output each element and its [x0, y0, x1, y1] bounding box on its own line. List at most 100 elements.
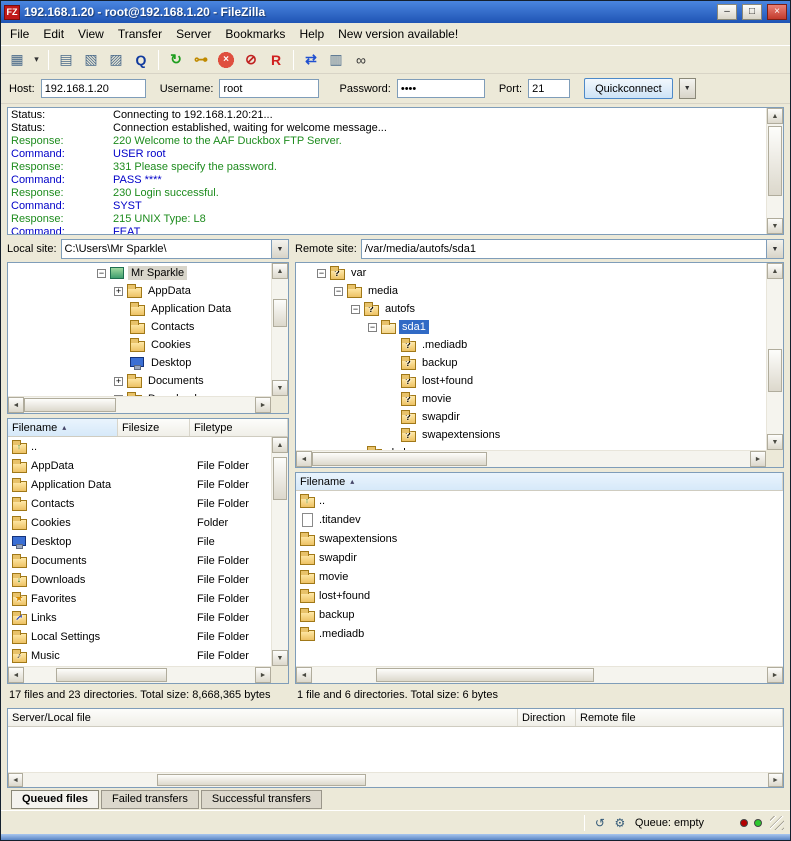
tree-item-mr-sparkle[interactable]: −Mr Sparkle — [8, 264, 271, 282]
file-row-music[interactable]: ♪MusicFile Folder — [8, 646, 271, 665]
file-row-swapdir[interactable]: swapdir — [296, 548, 783, 567]
quickconnect-button[interactable]: Quickconnect — [584, 78, 673, 99]
find-files-icon[interactable]: ∞ — [349, 49, 373, 71]
column-header-filename[interactable]: Filename ▴ — [296, 473, 783, 490]
menu-item-server[interactable]: Server — [169, 24, 218, 44]
tree-item-contacts[interactable]: Contacts — [8, 318, 271, 336]
scroll-right-button[interactable]: ► — [750, 451, 766, 467]
tree-expander-icon[interactable]: − — [334, 287, 343, 296]
menu-item-file[interactable]: File — [3, 24, 36, 44]
reconnect-icon[interactable]: R — [264, 49, 288, 71]
tree-expander-icon[interactable]: − — [351, 305, 360, 314]
username-input[interactable] — [219, 79, 319, 98]
scroll-track[interactable] — [272, 453, 288, 650]
scroll-up-button[interactable]: ▲ — [272, 263, 288, 279]
menu-item-help[interactable]: Help — [292, 24, 331, 44]
scroll-track[interactable] — [23, 773, 768, 787]
toggle-message-log-icon[interactable]: ▤ — [54, 49, 78, 71]
scroll-thumb[interactable] — [273, 457, 287, 500]
scroll-right-button[interactable]: ► — [768, 773, 783, 787]
vertical-scrollbar[interactable]: ▲▼ — [271, 263, 288, 396]
scroll-down-button[interactable]: ▼ — [272, 380, 288, 396]
file-row-[interactable]: ↑.. — [296, 491, 783, 510]
scroll-right-button[interactable]: ► — [255, 667, 271, 683]
horizontal-scrollbar[interactable]: ◄► — [8, 396, 271, 413]
filter-icon[interactable]: ⇄ — [299, 49, 323, 71]
scroll-track[interactable] — [767, 279, 783, 434]
file-row-swapextensions[interactable]: swapextensions — [296, 529, 783, 548]
file-row-movie[interactable]: movie — [296, 567, 783, 586]
tree-item-var[interactable]: −?var — [296, 264, 766, 282]
file-row-contacts[interactable]: ContactsFile Folder — [8, 494, 271, 513]
column-header-filename[interactable]: Filename ▴ — [8, 419, 118, 436]
scroll-down-button[interactable]: ▼ — [767, 434, 783, 450]
horizontal-scrollbar[interactable]: ◄► — [8, 666, 271, 683]
horizontal-scrollbar[interactable]: ◄► — [296, 666, 783, 683]
refresh-icon[interactable]: ↻ — [164, 49, 188, 71]
tree-item-lost-found[interactable]: ?lost+found — [296, 372, 766, 390]
site-manager-dropdown[interactable]: ▾ — [30, 49, 43, 71]
file-row-[interactable]: ↑.. — [8, 437, 271, 456]
file-row-appdata[interactable]: AppDataFile Folder — [8, 456, 271, 475]
scroll-track[interactable] — [767, 124, 783, 218]
menu-item-new-version-available[interactable]: New version available! — [331, 24, 465, 44]
menu-item-edit[interactable]: Edit — [36, 24, 71, 44]
file-row-titandev[interactable]: .titandev — [296, 510, 783, 529]
file-row-mediadb[interactable]: .mediadb — [296, 624, 783, 643]
tree-item-mediadb[interactable]: ?.mediadb — [296, 336, 766, 354]
toggle-transfer-queue-icon[interactable]: Q — [129, 49, 153, 71]
file-row-local-settings[interactable]: Local SettingsFile Folder — [8, 627, 271, 646]
file-row-application-data[interactable]: Application DataFile Folder — [8, 475, 271, 494]
tree-item-appdata[interactable]: +AppData — [8, 282, 271, 300]
scroll-down-button[interactable]: ▼ — [272, 650, 288, 666]
dropdown-arrow-icon[interactable]: ▼ — [766, 240, 783, 258]
maximize-button[interactable]: □ — [742, 4, 762, 20]
scroll-thumb[interactable] — [56, 668, 167, 682]
scroll-left-button[interactable]: ◄ — [8, 397, 24, 413]
scroll-track[interactable] — [24, 667, 255, 683]
file-row-favorites[interactable]: ★FavoritesFile Folder — [8, 589, 271, 608]
scroll-thumb[interactable] — [157, 774, 366, 786]
tree-expander-icon[interactable]: − — [368, 323, 377, 332]
site-manager-icon[interactable]: ▦ — [5, 49, 29, 71]
scroll-right-button[interactable]: ► — [767, 667, 783, 683]
scroll-track[interactable] — [272, 279, 288, 380]
resize-grip[interactable] — [770, 816, 784, 830]
menu-item-bookmarks[interactable]: Bookmarks — [218, 24, 292, 44]
local-site-combo[interactable]: C:\Users\Mr Sparkle\ ▼ — [61, 239, 289, 259]
tree-item-media[interactable]: −media — [296, 282, 766, 300]
sync-transfer-icon[interactable]: ↺ — [591, 815, 609, 831]
scroll-track[interactable] — [312, 451, 750, 467]
tree-expander-icon[interactable]: + — [114, 377, 123, 386]
scroll-up-button[interactable]: ▲ — [272, 437, 288, 453]
process-queue-icon[interactable]: ⊶ — [189, 49, 213, 71]
file-row-desktop[interactable]: DesktopFile — [8, 532, 271, 551]
scroll-thumb[interactable] — [273, 299, 287, 327]
tree-item-documents[interactable]: +Documents — [8, 372, 271, 390]
directory-comparison-icon[interactable]: ▥ — [324, 49, 348, 71]
tree-expander-icon[interactable]: − — [97, 269, 106, 278]
menu-item-transfer[interactable]: Transfer — [111, 24, 169, 44]
tree-item-cookies[interactable]: Cookies — [8, 336, 271, 354]
scroll-thumb[interactable] — [24, 398, 116, 412]
cancel-icon[interactable]: × — [214, 49, 238, 71]
scroll-left-button[interactable]: ◄ — [296, 451, 312, 467]
vertical-scrollbar[interactable]: ▲▼ — [766, 263, 783, 450]
tree-expander-icon[interactable]: + — [114, 287, 123, 296]
scroll-thumb[interactable] — [768, 126, 782, 197]
host-input[interactable] — [41, 79, 146, 98]
scroll-left-button[interactable]: ◄ — [8, 773, 23, 787]
horizontal-scrollbar[interactable]: ◄► — [8, 772, 783, 787]
menu-item-view[interactable]: View — [71, 24, 111, 44]
close-button[interactable]: × — [767, 4, 787, 20]
file-row-lost-found[interactable]: lost+found — [296, 586, 783, 605]
tree-item-swapextensions[interactable]: ?swapextensions — [296, 426, 766, 444]
scroll-right-button[interactable]: ► — [255, 397, 271, 413]
scroll-thumb[interactable] — [376, 668, 594, 682]
horizontal-scrollbar[interactable]: ◄► — [296, 450, 766, 467]
tree-item-desktop[interactable]: Desktop — [8, 354, 271, 372]
tree-expander-icon[interactable]: − — [317, 269, 326, 278]
queue-tab-failed-transfers[interactable]: Failed transfers — [101, 790, 199, 809]
tree-item-swapdir[interactable]: ?swapdir — [296, 408, 766, 426]
column-header-filesize[interactable]: Filesize — [118, 419, 190, 436]
